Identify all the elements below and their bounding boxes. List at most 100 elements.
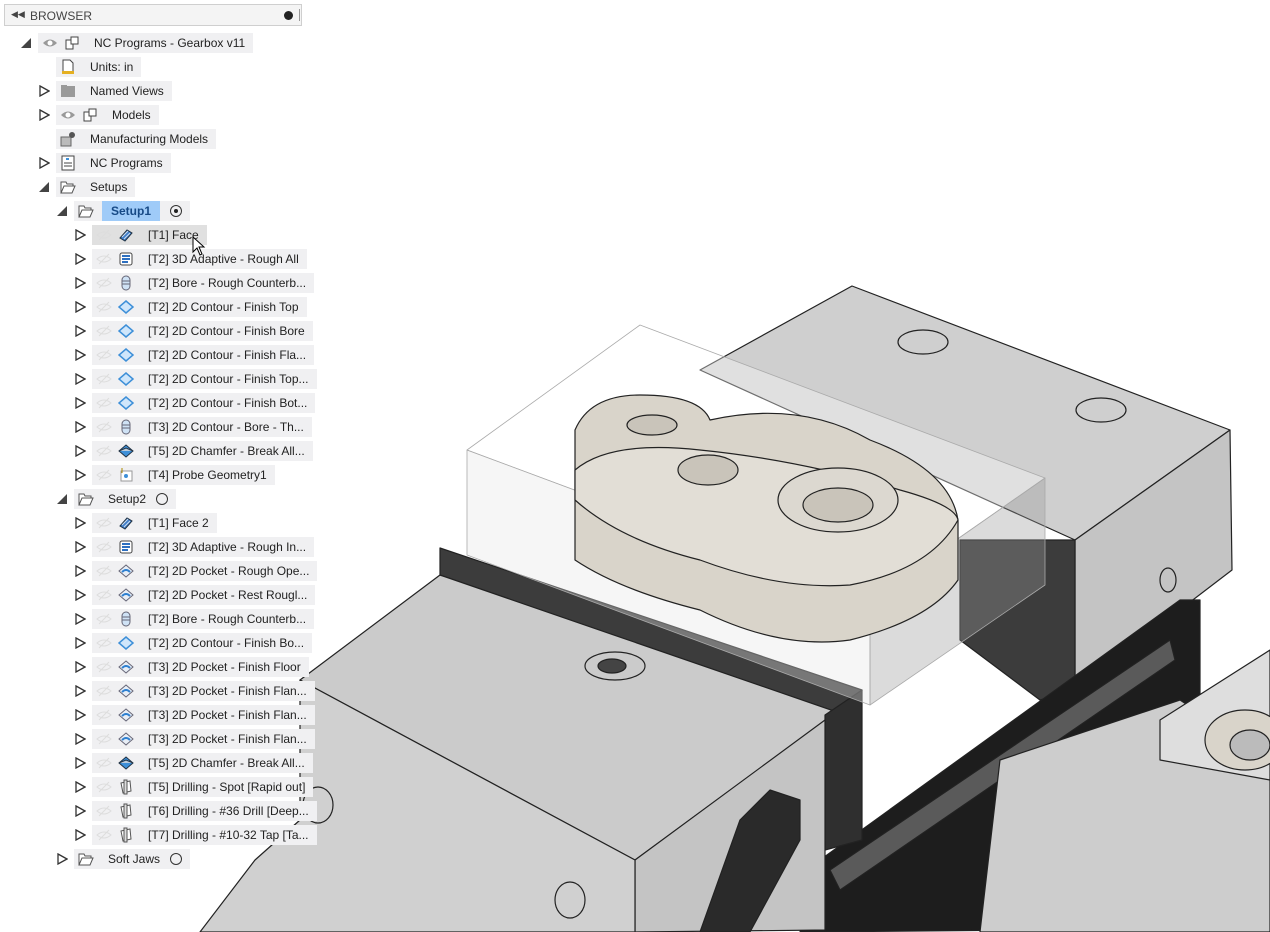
tree-item[interactable]: [T2] Bore - Rough Counterb... (92, 609, 315, 629)
expand-triangle-icon[interactable] (74, 349, 86, 361)
eye-hidden-icon[interactable] (96, 252, 112, 266)
tree-item[interactable]: Named Views (56, 81, 172, 101)
tree-row-op[interactable]: [T2] 2D Contour - Finish Bot... (74, 393, 316, 413)
tree-row-op[interactable]: [T3] 2D Pocket - Finish Floor (74, 657, 309, 677)
expand-triangle-icon[interactable] (74, 421, 86, 433)
eye-hidden-icon[interactable] (96, 420, 112, 434)
collapse-triangle-icon[interactable] (38, 181, 50, 193)
tree-item[interactable]: [T5] Drilling - Spot [Rapid out] (92, 777, 314, 797)
active-setup-radio[interactable] (170, 205, 183, 217)
expand-triangle-icon[interactable] (74, 253, 86, 265)
tree-row-setup1[interactable]: Setup1 (56, 201, 191, 221)
collapse-triangle-icon[interactable] (56, 493, 68, 505)
eye-hidden-icon[interactable] (96, 732, 112, 746)
eye-icon[interactable] (60, 108, 76, 122)
tree-row-op[interactable]: [T5] 2D Chamfer - Break All... (74, 441, 313, 461)
expand-triangle-icon[interactable] (74, 397, 86, 409)
tree-item[interactable]: [T2] 2D Contour - Finish Bo... (92, 633, 313, 653)
tree-row-op[interactable]: [T2] 3D Adaptive - Rough In... (74, 537, 315, 557)
tree-item[interactable]: [T2] 2D Contour - Finish Top... (92, 369, 317, 389)
tree-item[interactable]: [T3] 2D Pocket - Finish Flan... (92, 729, 315, 749)
collapse-panel-icon[interactable]: ◀◀ (11, 9, 25, 20)
active-setup-radio[interactable] (156, 493, 169, 505)
expand-triangle-icon[interactable] (56, 853, 68, 865)
tree-item[interactable]: [T1] Face (92, 225, 207, 245)
eye-hidden-icon[interactable] (96, 804, 112, 818)
tree-row-op[interactable]: [T2] 2D Contour - Finish Bore (74, 321, 313, 341)
tree-item[interactable]: [T3] 2D Pocket - Finish Floor (92, 657, 309, 677)
tree-item[interactable]: [T6] Drilling - #36 Drill [Deep... (92, 801, 317, 821)
tree-item[interactable]: [T2] 2D Pocket - Rest Rougl... (92, 585, 316, 605)
eye-hidden-icon[interactable] (96, 708, 112, 722)
tree-row-op[interactable]: [T2] 2D Pocket - Rest Rougl... (74, 585, 316, 605)
minimize-icon[interactable] (284, 11, 293, 20)
tree-row-root[interactable]: NC Programs - Gearbox v11 (20, 33, 254, 53)
expand-triangle-icon[interactable] (74, 661, 86, 673)
tree-row-op[interactable]: [T2] 2D Contour - Finish Fla... (74, 345, 315, 365)
tree-item[interactable]: [T2] 2D Contour - Finish Bot... (92, 393, 316, 413)
tree-item[interactable]: [T2] 2D Contour - Finish Top (92, 297, 307, 317)
eye-hidden-icon[interactable] (96, 348, 112, 362)
tree-item[interactable]: [T4] Probe Geometry1 (92, 465, 275, 485)
collapse-triangle-icon[interactable] (56, 205, 68, 217)
expand-triangle-icon[interactable] (74, 373, 86, 385)
tree-item[interactable]: [T2] 2D Contour - Finish Bore (92, 321, 313, 341)
tree-item[interactable]: NC Programs - Gearbox v11 (38, 33, 254, 53)
tree-row-nc-programs[interactable]: NC Programs (38, 153, 171, 173)
tree-item[interactable]: [T2] 3D Adaptive - Rough In... (92, 537, 315, 557)
collapse-triangle-icon[interactable] (20, 37, 32, 49)
eye-hidden-icon[interactable] (96, 396, 112, 410)
eye-hidden-icon[interactable] (96, 588, 112, 602)
tree-row-op[interactable]: [T1] Face 2 (74, 513, 217, 533)
expand-triangle-icon[interactable] (74, 637, 86, 649)
panel-grip-icon[interactable] (299, 9, 300, 21)
tree-row-op[interactable]: [T2] 3D Adaptive - Rough All (74, 249, 307, 269)
eye-hidden-icon[interactable] (96, 468, 112, 482)
eye-hidden-icon[interactable] (96, 372, 112, 386)
tree-item[interactable]: [T7] Drilling - #10-32 Tap [Ta... (92, 825, 317, 845)
tree-item[interactable]: Setup1 (74, 201, 191, 221)
expand-triangle-icon[interactable] (38, 109, 50, 121)
expand-triangle-icon[interactable] (74, 517, 86, 529)
tree-row-op[interactable]: [T2] 2D Contour - Finish Top (74, 297, 307, 317)
tree-item[interactable]: [T2] 2D Pocket - Rough Ope... (92, 561, 318, 581)
tree-item[interactable]: [T1] Face 2 (92, 513, 217, 533)
tree-item[interactable]: Setups (56, 177, 136, 197)
tree-row-named-views[interactable]: Named Views (38, 81, 172, 101)
tree-row-op[interactable]: [T6] Drilling - #36 Drill [Deep... (74, 801, 317, 821)
tree-item[interactable]: [T3] 2D Contour - Bore - Th... (92, 417, 312, 437)
expand-triangle-icon[interactable] (74, 541, 86, 553)
tree-item[interactable]: [T3] 2D Pocket - Finish Flan... (92, 681, 315, 701)
tree-row-op[interactable]: [T3] 2D Pocket - Finish Flan... (74, 729, 315, 749)
tree-row-op[interactable]: [T7] Drilling - #10-32 Tap [Ta... (74, 825, 317, 845)
expand-triangle-icon[interactable] (74, 685, 86, 697)
tree-item[interactable]: [T5] 2D Chamfer - Break All... (92, 753, 313, 773)
tree-row-setup2[interactable]: Setup2 (56, 489, 177, 509)
eye-hidden-icon[interactable] (96, 636, 112, 650)
tree-row-op[interactable]: [T1] Face (74, 225, 207, 245)
expand-triangle-icon[interactable] (74, 613, 86, 625)
tree-row-op[interactable]: [T4] Probe Geometry1 (74, 465, 275, 485)
expand-triangle-icon[interactable] (74, 733, 86, 745)
tree-item[interactable]: NC Programs (56, 153, 171, 173)
eye-hidden-icon[interactable] (96, 780, 112, 794)
tree-row-units[interactable]: Units: in (38, 57, 142, 77)
tree-row-models[interactable]: Models (38, 105, 159, 125)
eye-hidden-icon[interactable] (96, 540, 112, 554)
expand-triangle-icon[interactable] (74, 277, 86, 289)
eye-hidden-icon[interactable] (96, 684, 112, 698)
expand-triangle-icon[interactable] (74, 805, 86, 817)
expand-triangle-icon[interactable] (38, 157, 50, 169)
tree-row-op[interactable]: [T2] Bore - Rough Counterb... (74, 273, 315, 293)
eye-icon[interactable] (42, 36, 58, 50)
tree-row-op[interactable]: [T5] Drilling - Spot [Rapid out] (74, 777, 314, 797)
eye-hidden-icon[interactable] (96, 564, 112, 578)
eye-hidden-icon[interactable] (96, 444, 112, 458)
tree-item[interactable]: Manufacturing Models (56, 129, 217, 149)
tree-item[interactable]: [T2] 2D Contour - Finish Fla... (92, 345, 315, 365)
expand-triangle-icon[interactable] (74, 565, 86, 577)
tree-row-op[interactable]: [T2] 2D Contour - Finish Bo... (74, 633, 313, 653)
tree-row-op[interactable]: [T2] 2D Contour - Finish Top... (74, 369, 317, 389)
active-setup-radio[interactable] (170, 853, 183, 865)
tree-row-op[interactable]: [T3] 2D Pocket - Finish Flan... (74, 705, 315, 725)
